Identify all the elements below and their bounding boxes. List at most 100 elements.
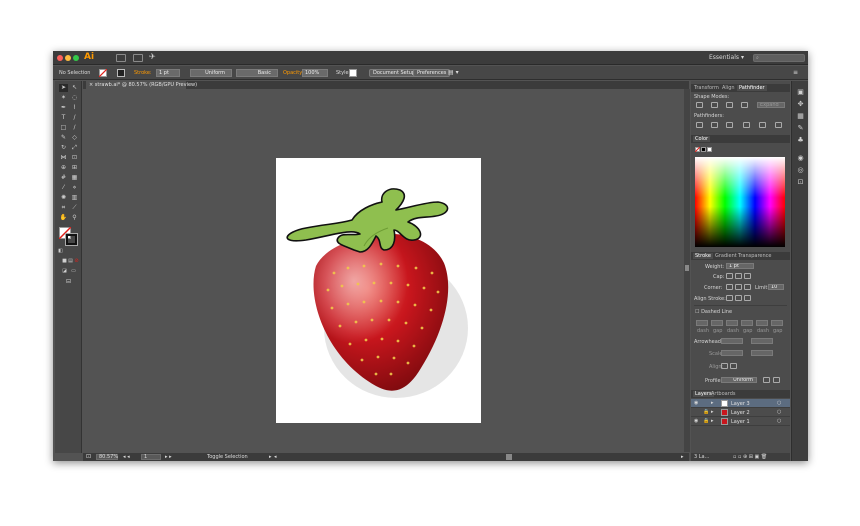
end-arrowhead-select[interactable] (751, 338, 773, 344)
tab-align[interactable]: Align (722, 85, 735, 91)
limit-field[interactable]: 10 (768, 284, 784, 290)
rotate-tool-icon[interactable]: ↻ (59, 144, 68, 152)
profile-select[interactable]: Uniform (721, 377, 757, 383)
search-input[interactable]: ⌕ (753, 54, 805, 62)
butt-cap-icon[interactable] (726, 273, 733, 279)
zoom-tool-icon[interactable]: ⚲ (70, 214, 79, 222)
merge-icon[interactable] (726, 122, 733, 128)
draw-normal-icon[interactable]: ◪ (60, 267, 69, 275)
graphic-styles-icon[interactable]: ✥ (796, 101, 805, 108)
strawberry-artwork[interactable] (276, 158, 481, 423)
tab-transform[interactable]: Transform (694, 85, 719, 91)
align-center-icon[interactable] (726, 295, 733, 301)
shape-builder-tool-icon[interactable]: ⊕ (59, 164, 68, 172)
expand-button[interactable]: Expand (757, 102, 785, 108)
outline-icon[interactable] (759, 122, 766, 128)
tab-stroke[interactable]: Stroke (693, 253, 713, 259)
expand-layer-icon[interactable]: ▸ (711, 418, 714, 424)
miter-join-icon[interactable] (726, 284, 733, 290)
opacity-label[interactable]: Opacity: (283, 70, 304, 76)
gradient-tool-icon[interactable]: ▦ (70, 174, 79, 182)
tab-color[interactable]: Color (693, 136, 711, 142)
none-mode-icon[interactable]: ⊘ (72, 257, 81, 265)
symbols-icon[interactable]: ♣ (796, 137, 805, 144)
appearance-icon[interactable]: ◉ (796, 155, 805, 162)
white-swatch[interactable] (707, 147, 712, 152)
close-window-button[interactable] (57, 55, 63, 61)
close-tab-icon[interactable]: × (89, 82, 93, 88)
tab-pathfinder[interactable]: Pathfinder (737, 85, 767, 91)
arrow-tip-place-icon[interactable] (730, 363, 737, 369)
brushes-icon[interactable]: ✎ (796, 125, 805, 132)
rectangle-tool-icon[interactable]: □ (59, 124, 68, 132)
minimize-window-button[interactable] (65, 55, 71, 61)
tab-artboards[interactable]: Artboards (711, 391, 735, 397)
vertical-scrollbar[interactable] (684, 89, 690, 452)
artboard-number-field[interactable]: 1 (141, 454, 161, 460)
control-menu-icon[interactable]: ≡ (793, 69, 798, 76)
weight-field[interactable]: 1 pt (726, 263, 754, 269)
bevel-join-icon[interactable] (744, 284, 751, 290)
eye-icon[interactable]: ◉ (694, 400, 698, 406)
opacity-field[interactable]: 100% (302, 69, 328, 77)
target-icon[interactable]: ○ (777, 418, 781, 424)
lasso-tool-icon[interactable]: ◌ (70, 94, 79, 102)
default-colors-icon[interactable]: ◧ (56, 247, 65, 255)
start-scale-field[interactable] (721, 350, 743, 356)
dash-field-3[interactable] (756, 320, 768, 326)
eye-icon[interactable]: ◉ (694, 418, 698, 424)
blend-tool-icon[interactable]: ⋄ (70, 184, 79, 192)
target-icon[interactable]: ○ (777, 409, 781, 415)
perspective-grid-tool-icon[interactable]: ⊞ (70, 164, 79, 172)
document-tab[interactable]: × strawb.ai* @ 80.57% (RGB/GPU Preview) (86, 81, 197, 89)
layer-row[interactable]: ◉ 🔒 ▸ Layer 1 ○ (691, 417, 790, 426)
layer-row[interactable]: ◉ ▸ Layer 3 ○ (691, 399, 790, 408)
color-fill-indicator[interactable] (695, 147, 700, 152)
crop-icon[interactable] (743, 122, 750, 128)
zoom-field[interactable]: 80.57% (96, 454, 118, 460)
bridge-icon[interactable] (116, 54, 126, 62)
stroke-label[interactable]: Stroke: (134, 70, 152, 76)
status-menu-icon[interactable]: ▸ (269, 454, 272, 460)
round-cap-icon[interactable] (735, 273, 742, 279)
properties-icon[interactable]: ▣ (796, 89, 805, 96)
eraser-tool-icon[interactable]: ◇ (70, 134, 79, 142)
paintbrush-tool-icon[interactable]: ∕ (70, 124, 79, 132)
lock-icon[interactable]: 🔒 (703, 409, 709, 415)
hand-tool-icon[interactable]: ✋ (59, 214, 68, 222)
black-swatch[interactable] (701, 147, 706, 152)
next-artboard-icon[interactable]: ▸ ▸ (165, 454, 172, 460)
symbol-sprayer-tool-icon[interactable]: ✺ (59, 194, 68, 202)
swatches-icon[interactable]: ▦ (796, 113, 805, 120)
dash-field-2[interactable] (726, 320, 738, 326)
graphic-style-swatch[interactable] (349, 69, 357, 77)
scroll-thumb[interactable] (685, 265, 689, 271)
layer-name[interactable]: Layer 2 (731, 410, 750, 416)
transparency-icon[interactable]: ◎ (796, 167, 805, 174)
round-join-icon[interactable] (735, 284, 742, 290)
column-graph-tool-icon[interactable]: ▥ (70, 194, 79, 202)
eyedropper-tool-icon[interactable]: ⁄ (59, 184, 68, 192)
gap-field-1[interactable] (711, 320, 723, 326)
gap-field-3[interactable] (771, 320, 783, 326)
gpu-performance-icon[interactable]: ✈ (149, 52, 156, 61)
magic-wand-tool-icon[interactable]: ✶ (59, 94, 68, 102)
pen-tool-icon[interactable]: ✒ (59, 104, 68, 112)
tab-gradient[interactable]: Gradient (715, 253, 737, 259)
fill-swatch[interactable] (99, 69, 107, 77)
gap-field-2[interactable] (741, 320, 753, 326)
slice-tool-icon[interactable]: ⟋ (70, 204, 79, 212)
artboard[interactable] (276, 158, 481, 423)
align-inside-icon[interactable] (735, 295, 742, 301)
lock-icon[interactable]: 🔒 (703, 418, 709, 424)
zoom-window-button[interactable] (73, 55, 79, 61)
brush-definition[interactable]: Basic (236, 69, 278, 77)
workspace-switcher[interactable]: Essentials ▾ (709, 54, 744, 61)
scale-tool-icon[interactable]: ⤢ (70, 144, 79, 152)
arrow-tip-extend-icon[interactable] (721, 363, 728, 369)
arrange-icon[interactable]: ▤ ▾ (448, 69, 459, 76)
divide-icon[interactable] (696, 122, 703, 128)
previous-artboard-icon[interactable]: ◂ ◂ (123, 454, 130, 460)
stroke-swatch[interactable] (117, 69, 125, 77)
free-transform-tool-icon[interactable]: ⊡ (70, 154, 79, 162)
